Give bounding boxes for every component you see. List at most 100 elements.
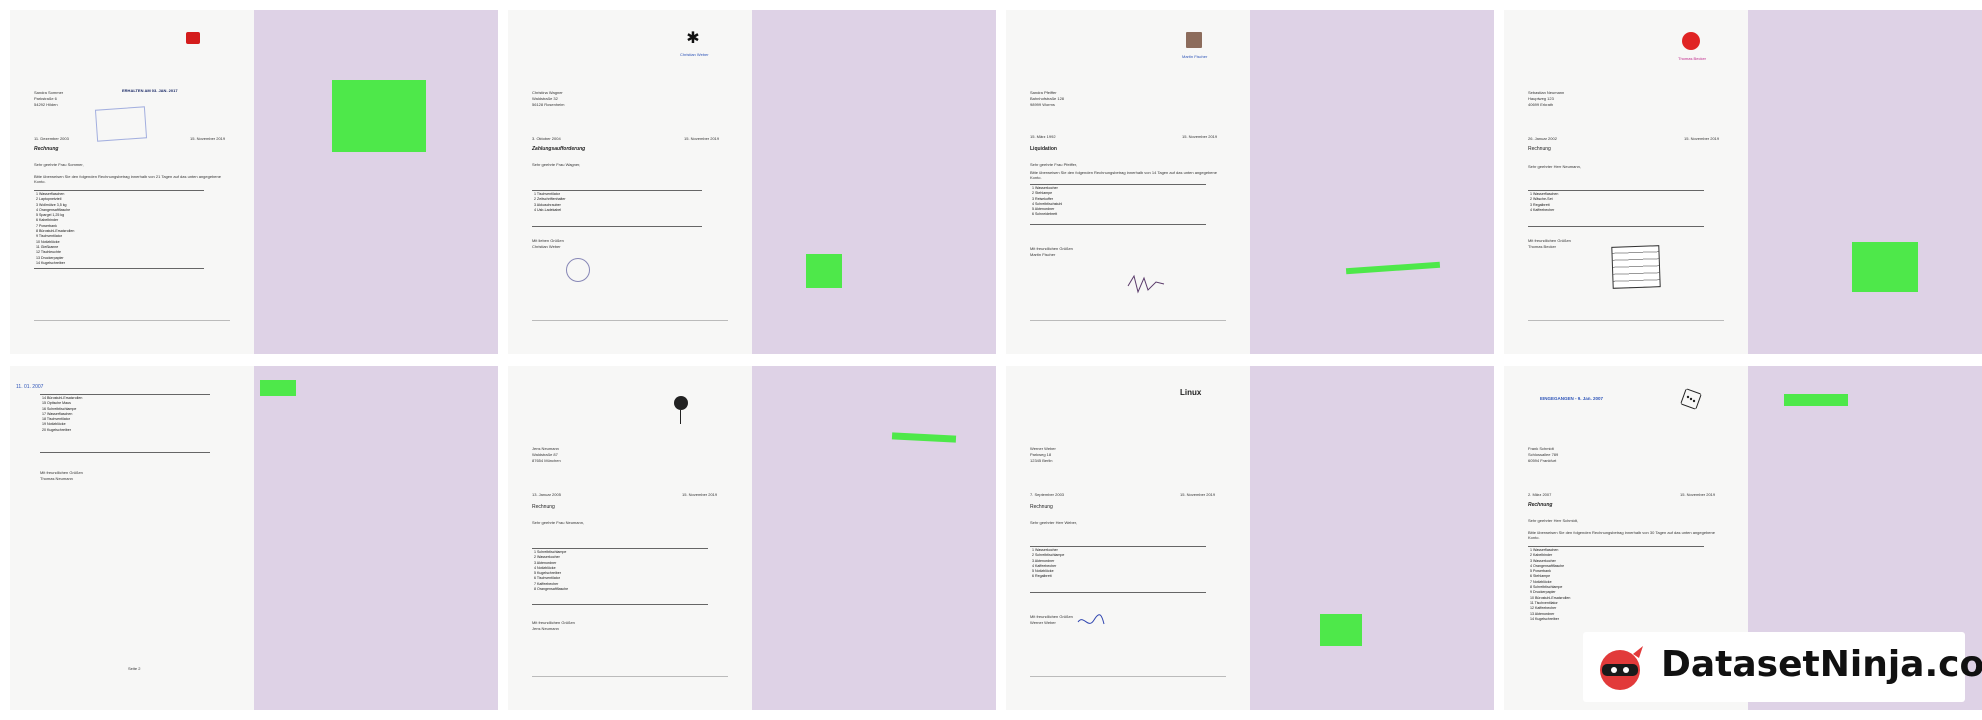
closing-line-2: Thomas Becker (1528, 244, 1557, 249)
intro-text: Bitte überweisen Sie den folgenden Rechn… (1030, 170, 1217, 180)
greeting: Sehr geehrte Frau Wagner, (532, 162, 581, 167)
doc-title: Liquidation (1030, 146, 1057, 152)
intro-text: Bitte überweisen Sie den folgenden Rechn… (1528, 530, 1715, 540)
recipient-line-2: Waldstraße 87 (532, 452, 558, 457)
greeting: Sehr geehrter Herr Schmidt, (1528, 518, 1579, 523)
closing-line-2: Thomas Neumann (40, 476, 73, 481)
invoice-page: Thomas Becker Sebastian Neumann Hauptweg… (1504, 10, 1748, 354)
table-row: 14 Kugelschreiber (1530, 616, 1559, 621)
date-left: 26. Januar 2002 (1528, 136, 1557, 141)
sender-name: Christian Weber (680, 52, 709, 57)
recipient-line-1: Sandra Sommer (34, 90, 64, 95)
blue-rect-stamp (94, 106, 148, 142)
date-left: 13. Januar 2005 (532, 492, 561, 497)
table-top-border (1030, 546, 1206, 547)
recipient-line-1: Jens Neumann (532, 446, 559, 451)
asterisk-logo-icon: ✱ (686, 30, 700, 47)
table-row: 8 Orangensaftflasche (534, 587, 569, 592)
doc-title: Zahlungsaufforderung (532, 146, 586, 152)
recipient-line-3: 56128 Rosenheim (532, 102, 565, 107)
recipient-line-3: 98999 Worms (1030, 102, 1055, 107)
item-table: 1 Wasserflaschen 2 Wäsche-Set 3 Regalbre… (1530, 192, 1558, 213)
recipient-line-1: Sandra Pfeiffer (1030, 90, 1057, 95)
recipient-line-3: 40699 Erkrath (1528, 102, 1554, 107)
document-tile-7[interactable]: Linux Werner Weber Parkweg 18 12345 Berl… (1006, 366, 1494, 710)
doc-title: Rechnung (532, 504, 555, 510)
item-table: 1 Wasserkocher 2 Stehlampe 3 Reisekoffer… (1032, 186, 1062, 218)
closing-line-1: Mit freundlichen Grüßen (40, 470, 83, 475)
brand-name: DatasetNinja.com (1661, 644, 1982, 685)
tree-logo-icon (674, 396, 688, 410)
date-right: 15. November 2019 (684, 136, 720, 141)
date-left: 2. März 2007 (1528, 492, 1552, 497)
footer-rule (532, 676, 728, 677)
recipient-line-3: 54292 Hilden (34, 102, 58, 107)
table-bottom-border (34, 268, 204, 269)
closing-line-1: Mit lieben Grüßen (532, 238, 564, 243)
invoice-page: ✱ Christian Weber Christina Wagner Walds… (508, 10, 752, 354)
brown-square-logo-icon (1186, 32, 1202, 48)
closing-line-2: Jens Neumann (532, 626, 559, 631)
table-top-border (1528, 546, 1704, 547)
closing-line-1: Mit freundlichen Grüßen (532, 620, 575, 625)
signature-scribble (1077, 614, 1105, 625)
annotation-marker (332, 80, 426, 152)
date-right: 15. November 2019 (1180, 492, 1216, 497)
annotation-marker (260, 380, 296, 396)
signature-scribble (1127, 274, 1165, 294)
document-tile-5[interactable]: 11. 01. 2007 14 Bürostuhl-Ersatzrollen 1… (10, 366, 498, 710)
item-table: 1 Wasserkocher 2 Schreibtischlampe 3 Akt… (1032, 548, 1064, 580)
table-bottom-border (40, 452, 210, 453)
item-table: 1 Tischventilator 2 Zeitschriftenhalter … (534, 192, 566, 213)
recipient-line-1: Werner Weber (1030, 446, 1056, 451)
date-right: 15. November 2019 (1680, 492, 1716, 497)
item-table: 14 Bürostuhl-Ersatzrollen 15 Optische Ma… (42, 396, 82, 433)
recipient-line-3: 87654 München (532, 458, 561, 463)
document-tile-4[interactable]: Thomas Becker Sebastian Neumann Hauptweg… (1504, 10, 1982, 354)
red-square-logo-icon (186, 32, 200, 44)
table-row: 20 Kugelschreiber (42, 427, 71, 432)
date-left: 7. September 2003 (1030, 492, 1065, 497)
datasetninja-badge[interactable]: DatasetNinja.com (1583, 632, 1982, 702)
tree-trunk (680, 410, 681, 424)
annotation-marker (1345, 261, 1441, 275)
recipient-line-1: Christina Wagner (532, 90, 563, 95)
date-left: 11. Dezember 2003 (34, 136, 69, 141)
document-tile-1[interactable]: Sandra Sommer Parkstraße 6 54292 Hilden … (10, 10, 498, 354)
recipient-line-2: Parkweg 18 (1030, 452, 1052, 457)
table-row: 4 Usb-Ladekabel (534, 207, 562, 212)
red-blob-logo-icon (1682, 32, 1700, 50)
item-table: 1 Wasserflaschen 2 Laptopnetzteil 3 Woll… (36, 192, 74, 266)
recipient-line-2: Parkstraße 6 (34, 96, 57, 101)
table-top-border (532, 190, 702, 191)
closing-line-2: Martin Fischer (1030, 252, 1056, 257)
doc-title: Rechnung (1528, 146, 1551, 152)
closing-line-1: Mit freundlichen Grüßen (1030, 246, 1073, 251)
document-tile-2[interactable]: ✱ Christian Weber Christina Wagner Walds… (508, 10, 996, 354)
footer-rule (532, 320, 728, 321)
linux-logo-icon: Linux (1180, 388, 1202, 397)
greeting: Sehr geehrte Frau Neumann, (532, 520, 585, 525)
document-tile-6[interactable]: Jens Neumann Waldstraße 87 87654 München… (508, 366, 996, 710)
table-row: 6 Schneidebrett (1032, 212, 1058, 217)
date-stamp: 11. 01. 2007 (16, 384, 44, 390)
doc-title: Rechnung (1528, 502, 1553, 508)
item-table: 1 Schreibtischlampe 2 Wasserkocher 3 Akt… (534, 550, 568, 592)
table-row: 4 Kaffeebecher (1530, 207, 1555, 212)
round-stamp (566, 258, 590, 282)
table-bottom-border (1030, 224, 1206, 225)
table-top-border (34, 190, 204, 191)
recipient-line-3: 60594 Frankfurt (1528, 458, 1557, 463)
footer-rule (1030, 320, 1226, 321)
recipient-line-2: Schlossallee 789 (1528, 452, 1559, 457)
date-right: 15. November 2019 (1684, 136, 1720, 141)
document-tile-3[interactable]: Martin Fischer Sandra Pfeiffer Bahnhofst… (1006, 10, 1494, 354)
greeting: Sehr geehrte Frau Sommer, (34, 162, 84, 167)
closing-line-1: Mit freundlichen Grüßen (1528, 238, 1571, 243)
doc-title: Rechnung (1030, 504, 1053, 510)
annotation-marker (1320, 614, 1362, 646)
sender-name: Martin Fischer (1182, 54, 1208, 59)
recipient-line-1: Sebastian Neumann (1528, 90, 1565, 95)
intro-text: Bitte überweisen Sie den folgenden Rechn… (34, 174, 221, 184)
received-stamp: ERHALTEN AM 03. JAN. 2017 (122, 88, 178, 93)
